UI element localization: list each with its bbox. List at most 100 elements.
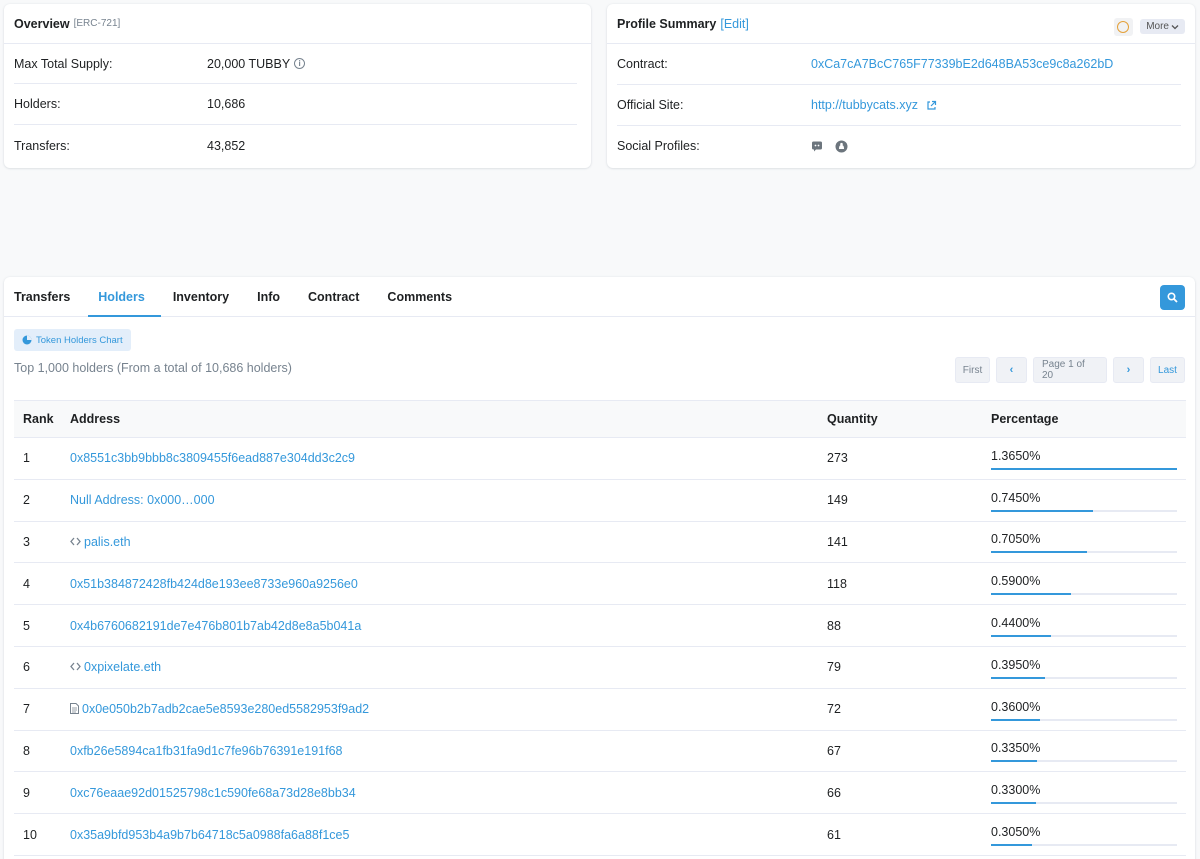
rank-header: Rank (14, 400, 70, 438)
overview-header: Overview [ERC-721] (4, 4, 591, 44)
tab-contract[interactable]: Contract (308, 277, 373, 316)
rank-cell: 5 (14, 604, 70, 647)
contract-label: Contract: (617, 57, 668, 71)
rank-cell: 1 (14, 437, 70, 480)
percentage-value: 0.3300% (991, 783, 1041, 798)
percentage-cell: 0.3350% (991, 730, 1186, 773)
tab-info[interactable]: Info (257, 277, 294, 316)
official-site-link[interactable]: http://tubbycats.xyz (811, 98, 918, 112)
tab-comments[interactable]: Comments (387, 277, 466, 316)
pie-chart-icon (22, 335, 32, 345)
ens-icon (70, 537, 81, 549)
table-row: 2 Null Address: 0x000…000 149 0.7450% (14, 479, 1186, 522)
quantity-cell: 118 (827, 562, 991, 606)
next-page-button[interactable]: › (1113, 357, 1144, 383)
first-page-button[interactable]: First (955, 357, 990, 383)
transfers-label: Transfers: (14, 138, 70, 153)
holder-address-link[interactable]: 0xpixelate.eth (84, 660, 161, 674)
edit-link[interactable]: [Edit] (720, 17, 749, 31)
percentage-bar-fill (991, 593, 1072, 596)
holder-address-link[interactable]: 0x0e050b2b7adb2cae5e8593e280ed5582953f9a… (82, 702, 369, 716)
table-header-row: Rank Address Quantity Percentage (14, 400, 1186, 438)
holder-address-link[interactable]: 0x8551c3bb9bbb8c3809455f6ead887e304dd3c2… (70, 451, 355, 465)
chevron-down-icon (1171, 24, 1179, 29)
token-holders-chart-button[interactable]: Token Holders Chart (14, 329, 131, 351)
tab-holders[interactable]: Holders (88, 277, 161, 317)
github-icon[interactable] (835, 140, 848, 153)
percentage-bar (991, 676, 1177, 679)
table-row: 4 0x51b384872428fb424d8e193ee8733e960a925… (14, 562, 1186, 606)
address-cell: Null Address: 0x000…000 (70, 479, 827, 522)
address-cell: 0x4b6760682191de7e476b801b7ab42d8e8a5b04… (70, 604, 827, 647)
holder-address-link[interactable]: 0xc76eaae92d01525798c1c590fe68a73d28e8bb… (70, 786, 356, 800)
prev-page-button[interactable]: ‹ (996, 357, 1027, 383)
rank-cell: 7 (14, 688, 70, 731)
address-cell: 0x0e050b2b7adb2cae5e8593e280ed5582953f9a… (70, 688, 827, 731)
quantity-cell: 67 (827, 730, 991, 773)
percentage-bar-fill (991, 635, 1051, 638)
social-profiles-label: Social Profiles: (617, 139, 700, 153)
holders-row: Holders: 10,686 (14, 84, 577, 125)
percentage-cell: 0.7050% (991, 521, 1186, 564)
percentage-bar-fill (991, 509, 1093, 512)
percentage-bar (991, 635, 1177, 638)
address-cell: palis.eth (70, 521, 827, 564)
page-indicator: Page 1 of 20 (1033, 357, 1107, 383)
rank-cell: 10 (14, 813, 70, 856)
holders-value: 10,686 (207, 97, 246, 111)
holder-address-link[interactable]: 0x35a9bfd953b4a9b7b64718c5a0988fa6a88f1c… (70, 828, 349, 842)
percentage-value: 0.3050% (991, 825, 1041, 840)
quantity-cell: 88 (827, 604, 991, 647)
info-icon[interactable]: i (294, 58, 306, 69)
contract-icon (70, 702, 79, 717)
table-row: 9 0xc76eaae92d01525798c1c590fe68a73d28e8b… (14, 771, 1186, 815)
tab-bar: Transfers Holders Inventory Info Contrac… (4, 277, 1195, 317)
official-site-label: Official Site: (617, 98, 684, 112)
discord-icon[interactable] (811, 140, 823, 152)
tab-inventory[interactable]: Inventory (173, 277, 243, 316)
percentage-value: 0.3350% (991, 741, 1041, 756)
rank-cell: 3 (14, 521, 70, 564)
percentage-value: 0.5900% (991, 574, 1041, 589)
holders-label: Holders: (14, 97, 61, 111)
max-supply-label: Max Total Supply: (14, 56, 113, 71)
holder-address-link[interactable]: Null Address: 0x000…000 (70, 493, 215, 507)
search-icon (1167, 292, 1178, 303)
holder-address-link[interactable]: 0x4b6760682191de7e476b801b7ab42d8e8a5b04… (70, 619, 361, 633)
quantity-cell: 72 (827, 688, 991, 731)
percentage-bar-fill (991, 551, 1087, 554)
more-label: More (1146, 21, 1169, 32)
holder-address-link[interactable]: 0xfb26e5894ca1fb31fa9d1c7fe96b76391e191f… (70, 744, 342, 758)
max-supply-value: 20,000 TUBBY (207, 56, 291, 71)
profile-card: Profile Summary [Edit] More Contract: 0x… (607, 4, 1195, 168)
percentage-bar (991, 467, 1177, 470)
holder-address-link[interactable]: 0x51b384872428fb424d8e193ee8733e960a9256… (70, 577, 358, 591)
percentage-bar (991, 593, 1177, 596)
ens-icon (70, 662, 81, 674)
more-button[interactable]: More (1140, 19, 1185, 34)
quantity-cell: 141 (827, 521, 991, 564)
rank-cell: 4 (14, 562, 70, 606)
holders-table-body: 1 0x8551c3bb9bbb8c3809455f6ead887e304dd3c… (14, 437, 1186, 856)
percentage-bar-fill (991, 760, 1037, 763)
rank-cell: 8 (14, 730, 70, 773)
percentage-bar (991, 802, 1177, 805)
contract-address-link[interactable]: 0xCa7cA7BcC765F77339bE2d648BA53ce9c8a262… (811, 57, 1113, 71)
holder-address-link[interactable]: palis.eth (84, 535, 131, 549)
last-page-button[interactable]: Last (1150, 357, 1185, 383)
tab-transfers[interactable]: Transfers (14, 277, 84, 316)
external-link-icon (927, 100, 937, 110)
reputation-icon (1117, 21, 1129, 33)
percentage-cell: 0.4400% (991, 604, 1186, 647)
table-row: 6 0xpixelate.eth 79 0.3950% (14, 646, 1186, 689)
percentage-value: 0.3950% (991, 657, 1041, 672)
quantity-cell: 79 (827, 646, 991, 689)
quantity-cell: 149 (827, 479, 991, 522)
percentage-cell: 0.3050% (991, 813, 1186, 856)
table-row: 5 0x4b6760682191de7e476b801b7ab42d8e8a5b0… (14, 604, 1186, 647)
address-cell: 0xfb26e5894ca1fb31fa9d1c7fe96b76391e191f… (70, 730, 827, 773)
percentage-value: 0.7450% (991, 490, 1041, 505)
percentage-bar (991, 760, 1177, 763)
search-button[interactable] (1160, 285, 1185, 310)
percentage-bar-fill (991, 676, 1045, 679)
